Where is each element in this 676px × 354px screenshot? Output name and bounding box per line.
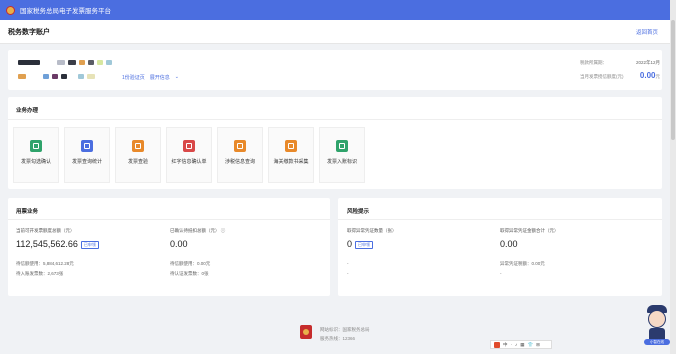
- risk-right-sub: 异常凭证税额：0.00元: [500, 261, 545, 266]
- verify-page-link[interactable]: 1份验证页: [122, 74, 145, 81]
- tile-tax-info-query[interactable]: 涉税信息查询: [217, 127, 263, 183]
- info-search-icon: [234, 140, 246, 152]
- abnormal-amount-label: 取得异常凭证金额合计（元）: [500, 228, 559, 233]
- sub-label: 待信额使用：: [16, 261, 43, 266]
- sub-value: 5,884,612.28元: [43, 261, 74, 266]
- credit-value: 0.00: [639, 71, 656, 80]
- tile-label: 发票查验: [127, 159, 148, 165]
- ledger-icon: [336, 140, 348, 152]
- sub-label: 待入账发票数：: [16, 271, 48, 276]
- footer-line2: 服务热线：12366: [320, 336, 356, 341]
- account-links: 1份验证页 展开信息 ⌄: [122, 74, 179, 81]
- risk-section-title: 风险提示: [347, 209, 370, 215]
- tile-label: 发票勾选确认: [20, 159, 51, 165]
- tile-label: 海关缴款书采集: [273, 159, 309, 165]
- back-home-link[interactable]: 返回首页: [636, 28, 658, 36]
- ime-lang-toggle[interactable]: 中: [503, 342, 508, 348]
- tax-bureau-logo: [300, 325, 312, 339]
- status-badge[interactable]: 已申领: [355, 240, 374, 249]
- account-card: [8, 50, 662, 90]
- divider: [338, 219, 662, 220]
- tile-invoice-verify[interactable]: 发票查验: [115, 127, 161, 183]
- page-header: 税务数字账户 返回首页: [0, 20, 670, 44]
- sub-label: 待认证发票数：: [170, 271, 202, 276]
- confirmed-deduction-value: 0.00: [170, 239, 188, 249]
- credit-unit: 元: [655, 74, 661, 79]
- tile-label: 发票查询统计: [71, 159, 102, 165]
- tile-label: 发票入账标识: [326, 159, 357, 165]
- scrollbar-thumb[interactable]: [671, 20, 675, 140]
- ime-menu-button[interactable]: ⊞: [536, 342, 540, 348]
- abnormal-count-label: 取得异常凭证数量（张）: [347, 228, 397, 233]
- sub-value: 0.00元: [197, 261, 211, 266]
- tile-invoice-selection[interactable]: 发票勾选确认: [13, 127, 59, 183]
- ime-skin-button[interactable]: 👕: [528, 342, 534, 348]
- tile-invoice-query[interactable]: 发票查询统计: [64, 127, 110, 183]
- abnormal-count-amount: 0: [347, 239, 353, 249]
- mascot-face-icon: [648, 310, 666, 328]
- ime-voice-button[interactable]: ♪: [515, 342, 517, 347]
- sogou-logo-icon[interactable]: [494, 341, 500, 348]
- divider: [8, 119, 662, 120]
- ime-keyboard-button[interactable]: ▦: [520, 342, 524, 348]
- abnormal-amount-value: 0.00: [500, 239, 518, 249]
- confirmed-deduction-label: 已确认待抵扣总额（元） ⓘ: [170, 228, 225, 234]
- invoice-right-sub2: 待认证发票数：0张: [170, 271, 209, 277]
- credit-label: 当月发票授信额度(元): [580, 74, 624, 79]
- check-square-icon: [30, 140, 42, 152]
- tile-label: 涉税信息查询: [224, 159, 255, 165]
- invoice-left-sub2: 待入账发票数：2,673张: [16, 271, 63, 277]
- expand-info-link[interactable]: 展开信息: [150, 74, 170, 81]
- sub-label: 待信额使用：: [170, 261, 197, 266]
- tile-invoice-ledger-mark[interactable]: 发票入账标识: [319, 127, 365, 183]
- status-badge[interactable]: 已申领: [80, 240, 99, 249]
- risk-right-sub2: -: [500, 271, 502, 276]
- confirmed-deduction-text: 已确认待抵扣总额（元）: [170, 228, 220, 233]
- search-doc-icon: [81, 140, 93, 152]
- customs-icon: [285, 140, 297, 152]
- account-summary: 税款所属期： 2022年12月 当月发票授信额度(元) 0.00元: [580, 60, 660, 85]
- red-doc-icon: [183, 140, 195, 152]
- invoice-left-sub1: 待信额使用：5,884,612.28元: [16, 261, 74, 267]
- risk-left-sub2: -: [347, 271, 349, 276]
- redacted-taxpayer-id: [18, 74, 95, 79]
- tile-customs-collection[interactable]: 海关缴款书采集: [268, 127, 314, 183]
- assistant-mascot[interactable]: 小智在线: [642, 302, 672, 346]
- business-tiles: 发票勾选确认 发票查询统计 发票查验 红字信息确认单 涉税信息查询 海关缴款书采…: [13, 127, 365, 183]
- tax-emblem-icon: [6, 5, 15, 15]
- abnormal-count-value: 0 已申领: [347, 239, 374, 249]
- invoice-right-sub1: 待信额使用：0.00元: [170, 261, 210, 267]
- available-quota-amount: 112,545,562.66: [16, 239, 78, 249]
- help-icon[interactable]: ⓘ: [221, 228, 226, 233]
- platform-header: 国家税务总局电子发票服务平台: [0, 0, 676, 20]
- footer-line1: 网站标识：国家税务总局: [320, 327, 370, 332]
- verify-icon: [132, 140, 144, 152]
- chevron-down-icon[interactable]: ⌄: [175, 74, 179, 81]
- platform-title: 国家税务总局电子发票服务平台: [20, 8, 111, 15]
- available-quota-value: 112,545,562.66 已申领: [16, 239, 99, 249]
- risk-left-sub: -: [347, 261, 349, 266]
- page-scrollbar[interactable]: [670, 0, 676, 354]
- tax-period-value: 2022年12月: [635, 60, 660, 65]
- tile-red-info[interactable]: 红字信息确认单: [166, 127, 212, 183]
- divider: [8, 219, 330, 220]
- sub-value: 2,673张: [47, 271, 64, 276]
- ime-toolbar[interactable]: 中 · ♪ ▦ 👕 ⊞: [490, 340, 552, 349]
- invoice-section-title: 用票业务: [16, 209, 39, 215]
- tile-label: 红字信息确认单: [171, 159, 207, 165]
- business-section-title: 业务办理: [16, 108, 39, 114]
- available-quota-label: 当前可开发票额度总额（元）: [16, 228, 75, 233]
- ime-punct-toggle[interactable]: ·: [511, 342, 513, 347]
- tax-period-label: 税款所属期：: [580, 60, 607, 65]
- redacted-taxpayer-info: [18, 60, 112, 65]
- page-title: 税务数字账户: [8, 28, 50, 36]
- sub-value: 0张: [201, 271, 209, 276]
- assistant-badge[interactable]: 小智在线: [644, 339, 670, 345]
